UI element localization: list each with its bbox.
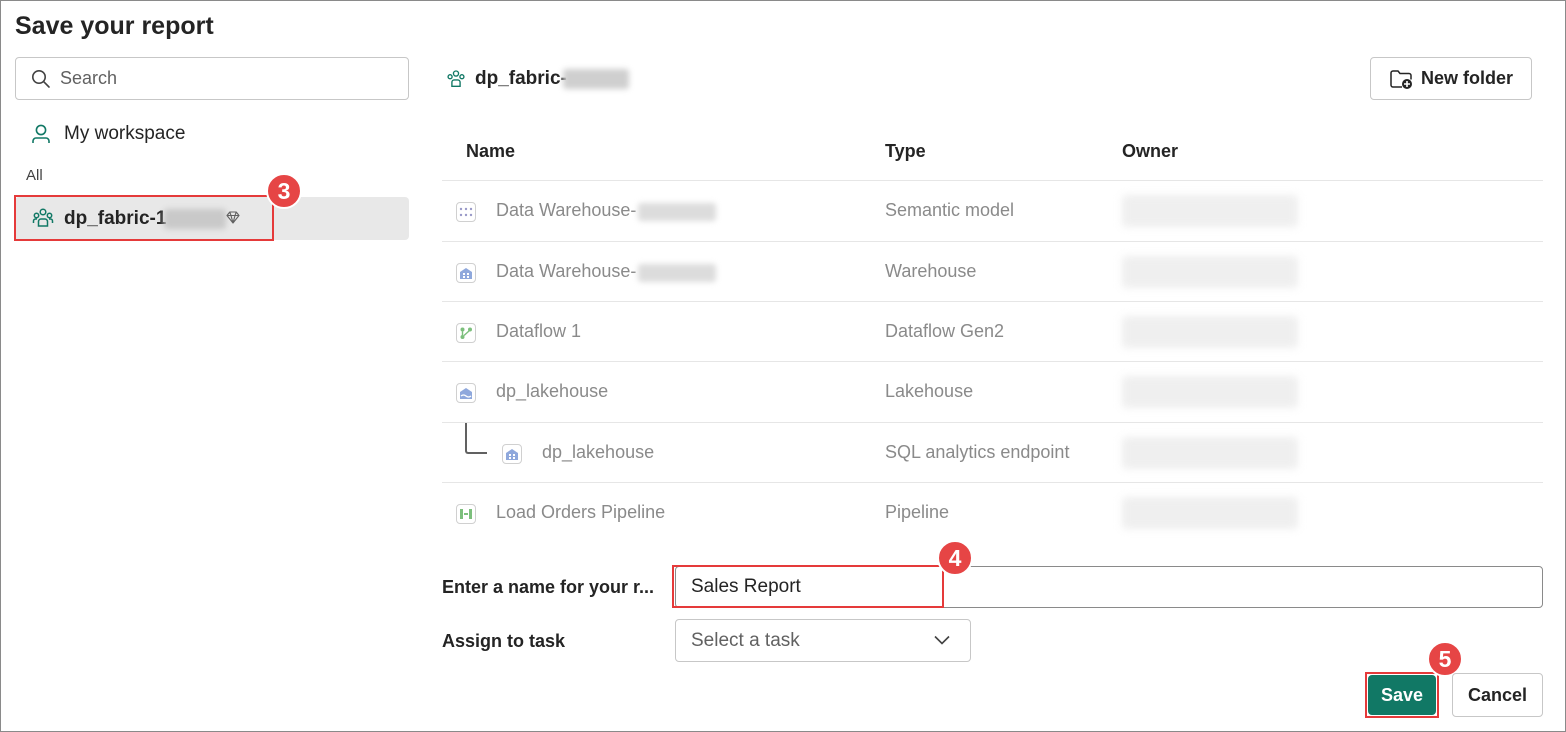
person-icon [32, 124, 50, 143]
assign-task-label: Assign to task [442, 631, 566, 651]
my-workspace-label: My workspace [64, 123, 186, 144]
breadcrumb-workspace-name: dp_fabric- [475, 68, 567, 89]
item-type: Pipeline [885, 502, 950, 522]
item-type: Warehouse [885, 261, 977, 281]
table-row[interactable]: Data Warehouse- Semantic model [442, 181, 1543, 241]
item-type: Semantic model [885, 200, 1015, 220]
task-select-dropdown[interactable]: Select a task [675, 619, 971, 662]
my-workspace-item[interactable]: My workspace [30, 120, 185, 148]
redacted-owner [1122, 195, 1298, 227]
column-header-type[interactable]: Type [885, 141, 926, 162]
table-row[interactable]: Dataflow 1 Dataflow Gen2 [442, 302, 1543, 362]
redacted-text [638, 203, 716, 221]
redacted-owner [1122, 256, 1298, 288]
sql-endpoint-icon [502, 444, 522, 464]
search-icon [32, 70, 50, 88]
task-select-placeholder: Select a task [691, 630, 800, 651]
item-type: SQL analytics endpoint [885, 442, 1070, 462]
step-badge-4: 4 [937, 540, 973, 576]
dialog-title: Save your report [15, 12, 214, 40]
breadcrumb: dp_fabric- [446, 66, 567, 92]
table-row[interactable]: Data Warehouse- Warehouse [442, 242, 1543, 302]
item-name: Load Orders Pipeline [496, 502, 666, 522]
new-folder-button[interactable]: New folder [1370, 57, 1532, 100]
redacted-text [638, 264, 716, 282]
highlight-box-step-5 [1365, 672, 1439, 718]
search-input[interactable] [60, 64, 390, 93]
item-type: Lakehouse [885, 381, 974, 401]
table-row[interactable]: Load Orders Pipeline Pipeline [442, 483, 1543, 543]
chevron-down-icon [934, 635, 950, 645]
step-badge-5: 5 [1427, 641, 1463, 677]
column-header-name[interactable]: Name [466, 141, 515, 162]
semantic-model-icon [456, 202, 476, 222]
column-header-owner[interactable]: Owner [1122, 141, 1178, 162]
search-box[interactable] [15, 57, 409, 100]
redacted-owner [1122, 316, 1298, 348]
item-name: dp_lakehouse [496, 381, 609, 401]
lakehouse-icon [456, 383, 476, 403]
workspace-icon [447, 70, 465, 87]
new-folder-label: New folder [1420, 68, 1513, 88]
dataflow-icon [456, 323, 476, 343]
item-name: Data Warehouse- [496, 200, 637, 220]
new-folder-icon [1390, 69, 1412, 89]
item-name: Data Warehouse- [496, 261, 637, 281]
highlight-box-step-3 [14, 195, 274, 241]
redacted-owner [1122, 437, 1298, 469]
table-row[interactable]: dp_lakehouse SQL analytics endpoint [442, 423, 1543, 483]
table-row[interactable]: dp_lakehouse Lakehouse [442, 362, 1543, 422]
pipeline-icon [456, 504, 476, 524]
redacted-owner [1122, 376, 1298, 408]
redacted-owner [1122, 497, 1298, 529]
cancel-button[interactable]: Cancel [1452, 673, 1543, 717]
warehouse-icon [456, 263, 476, 283]
section-label-all: All [26, 167, 43, 184]
item-type: Dataflow Gen2 [885, 321, 1005, 341]
item-name: dp_lakehouse [542, 442, 655, 462]
item-name: Dataflow 1 [496, 321, 582, 341]
redacted-text [563, 69, 629, 89]
highlight-box-step-4 [672, 565, 944, 608]
step-badge-3: 3 [266, 173, 302, 209]
report-name-label: Enter a name for your r... [442, 577, 655, 597]
